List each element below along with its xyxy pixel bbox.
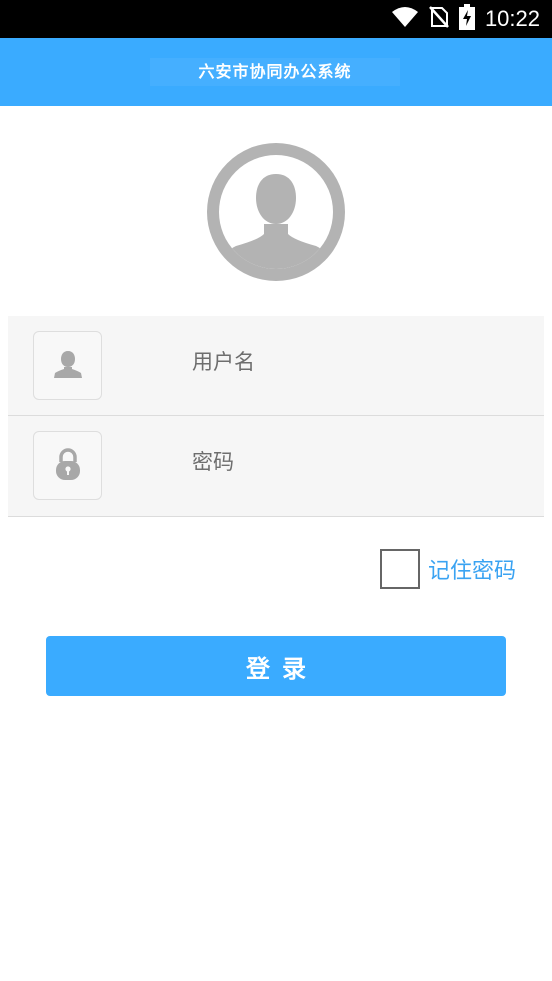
status-bar: 10:22 [0,0,552,38]
username-row [8,316,544,416]
login-button[interactable]: 登录 [46,636,506,696]
username-input[interactable] [192,340,522,384]
battery-charging-icon [458,4,475,34]
remember-password[interactable]: 记住密码 [380,547,516,591]
user-avatar-icon [206,142,346,282]
password-row [8,416,544,515]
no-sim-icon [429,5,449,33]
status-time: 10:22 [484,6,540,31]
app-title: 六安市协同办公系统 [150,58,400,86]
wifi-icon [391,6,419,32]
login-form [8,316,544,517]
password-icon-box [33,431,102,500]
username-icon-box [33,331,102,400]
password-input[interactable] [192,440,522,484]
lock-icon [54,447,82,485]
user-icon [52,348,84,384]
remember-password-checkbox[interactable] [380,549,420,589]
status-icons: 10:22 [391,0,540,38]
app-header: 六安市协同办公系统 [0,38,552,106]
remember-password-label[interactable]: 记住密码 [428,553,516,585]
